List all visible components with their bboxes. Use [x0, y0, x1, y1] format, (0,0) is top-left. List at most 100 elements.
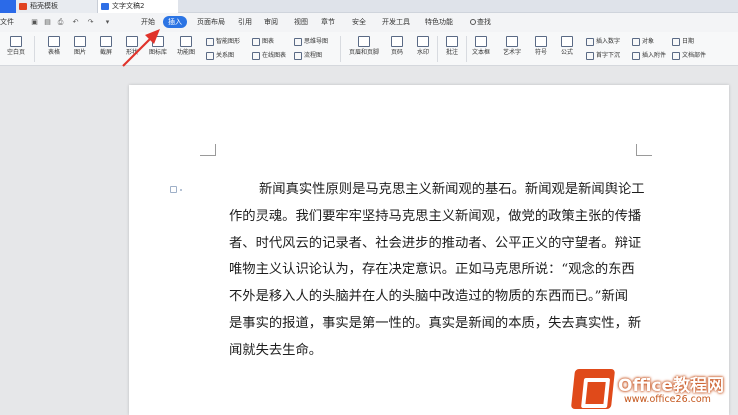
text-line: 唯物主义认识论认为，存在决定意识。正如马克思所说：“观念的东西	[229, 262, 635, 278]
print-icon[interactable]: ⎙	[56, 18, 65, 27]
tab-document[interactable]: 文字文稿2	[98, 0, 178, 13]
pi-icon	[561, 36, 573, 47]
table-button[interactable]: 表格	[43, 36, 65, 57]
home-tab[interactable]	[0, 0, 16, 13]
document-parts-icon	[672, 52, 680, 60]
tab-special-features[interactable]: 特色功能	[425, 17, 453, 27]
tab-template-label: 稻壳模板	[30, 2, 58, 10]
date-button[interactable]: 日期	[672, 37, 694, 47]
paragraph-layout-icon[interactable]	[170, 186, 182, 193]
scissors-icon	[100, 36, 112, 47]
text-line: 不外是移入人的头脑并在人的头脑中改造过的物质的东西而已。”新闻	[229, 289, 629, 305]
tab-references[interactable]: 引用	[238, 17, 252, 27]
template-icon	[19, 3, 27, 10]
tab-template[interactable]: 稻壳模板	[16, 0, 98, 13]
text-line: 是事实的报道，事实是第一性的。真实是新闻的本质，失去真实性，新	[229, 315, 642, 331]
writer-doc-icon	[101, 3, 109, 10]
drop-cap-icon	[586, 52, 594, 60]
chart-icon	[252, 38, 260, 46]
save-icon[interactable]: ▣	[30, 18, 39, 27]
attachment-icon	[632, 52, 640, 60]
tab-document-label: 文字文稿2	[112, 2, 145, 10]
menu-bar: 文件 ▣ ▤ ⎙ ↶ ↷ ▾ 开始 插入 页面布局 引用 审阅 视图 章节 安全…	[0, 13, 738, 32]
site-watermark: Office教程网 www.office26.com	[570, 363, 738, 415]
word-art-icon	[506, 36, 518, 47]
watermark-button[interactable]: 水印	[412, 36, 434, 57]
chart-button[interactable]: 图表	[252, 37, 274, 47]
shapes-icon	[126, 36, 138, 47]
margin-corner-mark	[636, 144, 652, 156]
redo-icon[interactable]: ↷	[86, 18, 95, 27]
relation-chart-icon	[206, 52, 214, 60]
insert-number-button[interactable]: 插入数字	[586, 37, 620, 47]
text-line: 闻就失去生命。	[229, 342, 323, 358]
text-line: 者、时代风云的记录者、社会进步的推动者、公平正义的守望者。辩证	[229, 235, 642, 251]
flowchart-icon	[294, 52, 302, 60]
divider	[466, 36, 467, 62]
document-parts-button[interactable]: 文档部件	[672, 51, 706, 61]
comment-icon	[446, 36, 458, 47]
tab-chapter[interactable]: 章节	[321, 17, 335, 27]
text-box-icon	[475, 36, 487, 47]
omega-icon	[535, 36, 547, 47]
document-tab-bar: 稻壳模板 文字文稿2	[0, 0, 738, 13]
document-body[interactable]: 新闻真实性原则是马克思主义新闻观的基石。新闻观是新闻舆论工 作的灵魂。我们要牢牢…	[229, 177, 649, 365]
insert-ribbon: 空白页 表格 图片 截屏 形状 图标库 功能图 智能图形 图表 思维导图 关系图…	[0, 32, 738, 66]
tab-home[interactable]: 开始	[141, 17, 155, 27]
insert-number-icon	[586, 38, 594, 46]
search-button[interactable]: 查找	[470, 17, 491, 27]
divider	[437, 36, 438, 62]
table-icon	[48, 36, 60, 47]
smart-art-icon	[206, 38, 214, 46]
office-logo-icon	[570, 369, 616, 409]
more-icon[interactable]: ▾	[103, 18, 112, 27]
page-number-button[interactable]: 页码	[386, 36, 408, 57]
picture-button[interactable]: 图片	[69, 36, 91, 57]
margin-corner-mark	[200, 144, 216, 156]
insert-attachment-button[interactable]: 插入附件	[632, 51, 666, 61]
blank-page-icon	[10, 36, 22, 47]
picture-icon	[74, 36, 86, 47]
tab-view[interactable]: 视图	[294, 17, 308, 27]
screenshot-button[interactable]: 截屏	[95, 36, 117, 57]
tab-security[interactable]: 安全	[352, 17, 366, 27]
function-chart-icon	[180, 36, 192, 47]
function-chart-button[interactable]: 功能图	[174, 36, 198, 57]
relation-chart-button[interactable]: 关系图	[206, 51, 234, 61]
tab-developer-tools[interactable]: 开发工具	[382, 17, 410, 27]
divider	[34, 36, 35, 62]
header-footer-button[interactable]: 页眉和页脚	[347, 36, 381, 57]
comment-button[interactable]: 批注	[441, 36, 463, 57]
object-icon	[632, 38, 640, 46]
mind-map-icon	[294, 38, 302, 46]
search-label: 查找	[477, 18, 491, 26]
smart-art-button[interactable]: 智能图形	[206, 37, 240, 47]
object-button[interactable]: 对象	[632, 37, 654, 47]
icon-library-icon	[152, 36, 164, 47]
formula-button[interactable]: 公式	[556, 36, 578, 57]
page-number-icon	[391, 36, 403, 47]
text-line: 新闻真实性原则是马克思主义新闻观的基石。新闻观是新闻舆论工	[259, 182, 645, 197]
shapes-button[interactable]: 形状	[121, 36, 143, 57]
print-preview-icon[interactable]: ▤	[43, 18, 52, 27]
flowchart-button[interactable]: 流程图	[294, 51, 322, 61]
tab-insert[interactable]: 插入	[163, 16, 187, 28]
drop-cap-button[interactable]: 首字下沉	[586, 51, 620, 61]
tab-review[interactable]: 审阅	[264, 17, 278, 27]
text-line: 作的灵魂。我们要牢牢坚持马克思主义新闻观，做党的政策主张的传播	[229, 208, 642, 224]
wps-writer-window: 稻壳模板 文字文稿2 文件 ▣ ▤ ⎙ ↶ ↷ ▾ 开始 插入 页面布局 引用 …	[0, 0, 738, 415]
calendar-icon	[672, 38, 680, 46]
online-chart-button[interactable]: 在线图表	[252, 51, 286, 61]
icon-library-button[interactable]: 图标库	[146, 36, 170, 57]
watermark-icon	[417, 36, 429, 47]
symbol-button[interactable]: 符号	[530, 36, 552, 57]
tab-page-layout[interactable]: 页面布局	[197, 17, 225, 27]
file-menu[interactable]: 文件	[0, 17, 14, 27]
undo-icon[interactable]: ↶	[71, 18, 80, 27]
blank-page-button[interactable]: 空白页	[5, 36, 27, 57]
mind-map-button[interactable]: 思维导图	[294, 37, 328, 47]
header-footer-icon	[358, 36, 370, 47]
text-box-button[interactable]: 文本框	[469, 36, 493, 57]
word-art-button[interactable]: 艺术字	[500, 36, 524, 57]
search-icon	[470, 19, 476, 25]
